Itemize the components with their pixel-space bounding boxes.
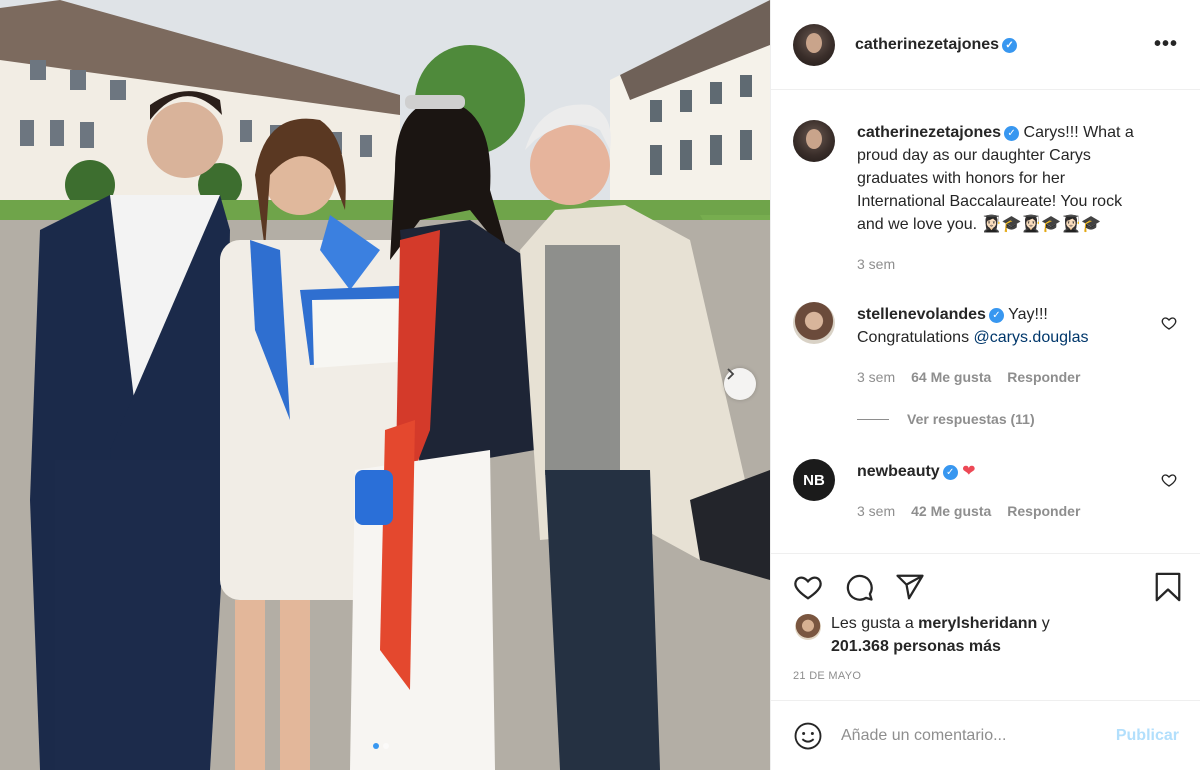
comments-list[interactable]: catherinezetajones ✓ Carys!!! What a prou… [771,90,1200,553]
caption-time[interactable]: 3 sem [857,256,895,272]
verified-badge-icon: ✓ [1004,126,1020,141]
post-header: catherinezetajones ✓ ••• [771,0,1200,90]
comment-item: stellenevolandes ✓ Yay!!! Congratulations… [793,302,1179,349]
likes-others-count[interactable]: 201.368 personas más [831,638,1001,655]
verified-badge-icon: ✓ [942,465,958,480]
likes-prefix: Les gusta a [831,615,919,632]
post-photo[interactable] [0,0,770,770]
liker-username[interactable]: merylsheridann [918,615,1037,632]
like-comment-heart-icon[interactable] [1161,315,1177,331]
carousel-indicator [373,743,389,749]
post-date[interactable]: 21 DE MAYO [793,670,861,682]
comment-time[interactable]: 3 sem [857,503,895,519]
comment-meta: 3 sem 42 Me gusta Responder [857,503,1080,519]
comment-username[interactable]: stellenevolandes [857,306,986,323]
caption-meta: 3 sem [857,256,895,272]
author-username[interactable]: catherinezetajones ✓ [855,36,1018,54]
verified-badge-icon: ✓ [988,308,1004,323]
comment-bubble-icon[interactable] [844,572,874,602]
chevron-right-icon [727,368,735,380]
more-options-button[interactable]: ••• [1154,34,1178,54]
emoji-icon[interactable] [793,721,823,751]
verified-badge-icon: ✓ [1002,37,1018,53]
comment-username[interactable]: newbeauty [857,463,940,480]
carousel-dot [383,743,389,749]
commenter-avatar[interactable]: NB [793,459,835,501]
add-comment-bar: Publicar [771,700,1200,770]
photo-illustration [0,0,770,770]
reply-button[interactable]: Responder [1007,369,1080,385]
comment-text: ❤ [962,463,976,480]
post-sidebar: catherinezetajones ✓ ••• catherinezetajon… [770,0,1200,770]
liker-avatar[interactable] [795,614,821,640]
comment-time[interactable]: 3 sem [857,369,895,385]
comment-item: NB newbeauty ✓ ❤ [793,459,1179,501]
publish-button[interactable]: Publicar [1116,727,1179,745]
avatar-initials: NB [803,471,825,489]
author-avatar[interactable] [793,23,835,66]
carousel-next-button[interactable] [724,368,756,400]
comment-meta: 3 sem 64 Me gusta Responder [857,369,1080,385]
comment-likes-count[interactable]: 42 Me gusta [911,503,991,519]
view-replies-label: Ver respuestas (11) [907,411,1035,427]
commenter-avatar[interactable] [793,302,835,344]
like-comment-heart-icon[interactable] [1161,472,1177,488]
more-horizontal-icon: ••• [1153,33,1178,55]
carousel-dot-active [373,743,379,749]
post-actions: Les gusta a merylsheridann y 201.368 per… [771,553,1200,770]
view-replies-button[interactable]: Ver respuestas (11) [857,411,1035,427]
comment-likes-count[interactable]: 64 Me gusta [911,369,991,385]
save-bookmark-icon[interactable] [1154,572,1182,602]
likes-suffix: y [1037,615,1050,632]
reply-button[interactable]: Responder [1007,503,1080,519]
caption-avatar[interactable] [793,120,835,162]
comment-mention-link[interactable]: @carys.douglas [974,329,1089,346]
replies-divider [857,418,889,420]
share-paper-plane-icon[interactable] [895,572,925,602]
like-heart-icon[interactable] [793,572,823,602]
comment-input[interactable] [841,727,1101,745]
caption-username[interactable]: catherinezetajones [857,124,1001,141]
caption: catherinezetajones ✓ Carys!!! What a prou… [793,120,1179,236]
likes-summary: Les gusta a merylsheridann y 201.368 per… [795,612,1050,658]
